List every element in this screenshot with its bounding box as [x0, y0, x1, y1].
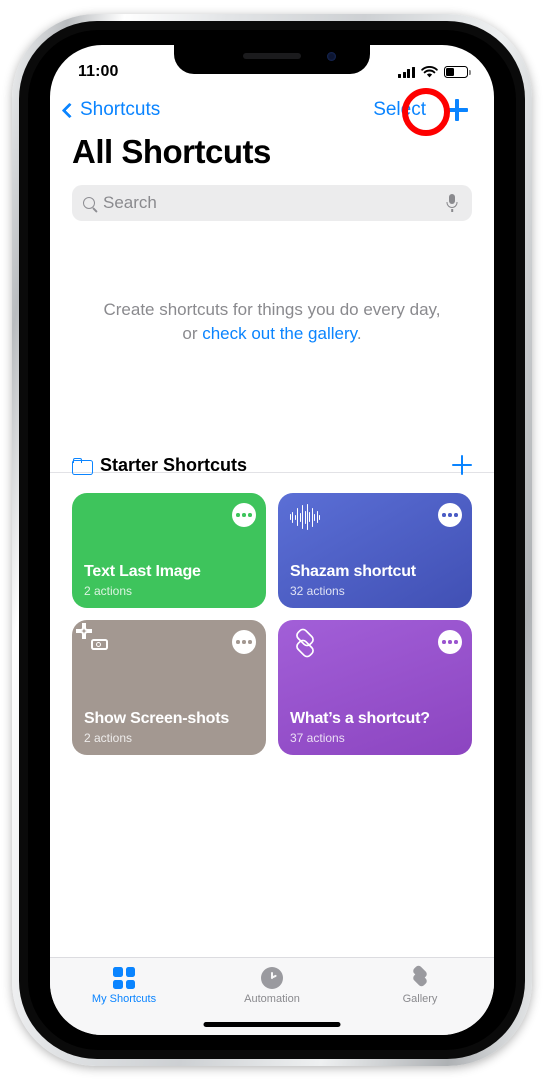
grid-squares-icon — [113, 967, 135, 989]
plus-icon — [446, 99, 468, 121]
cellular-signal-icon — [398, 66, 415, 78]
layers-icon — [290, 626, 320, 661]
shortcut-menu-button[interactable] — [438, 503, 462, 527]
shortcut-card-text-last-image[interactable]: Text Last Image 2 actions — [72, 493, 266, 608]
tab-label: Automation — [244, 993, 300, 1005]
earpiece-speaker — [243, 53, 301, 59]
search-input[interactable]: Search — [72, 185, 472, 221]
shortcut-name: What’s a shortcut? — [290, 710, 430, 727]
notch — [174, 45, 370, 74]
empty-state-suffix: . — [356, 324, 362, 343]
waveform-icon — [290, 504, 321, 534]
search-placeholder: Search — [103, 193, 157, 212]
shortcut-menu-button[interactable] — [232, 503, 256, 527]
battery-icon — [444, 66, 471, 78]
back-button-label: Shortcuts — [80, 99, 161, 120]
message-bubble-plus-icon — [84, 504, 114, 534]
shortcut-card-shazam-shortcut[interactable]: Shazam shortcut 32 actions — [278, 493, 472, 608]
navigation-bar: Shortcuts Select — [50, 89, 494, 131]
tab-gallery[interactable]: Gallery — [346, 958, 494, 1035]
front-camera-icon — [327, 52, 336, 61]
magnifier-icon — [83, 197, 95, 209]
section-title: Starter Shortcuts — [100, 454, 248, 475]
add-shortcut-button[interactable] — [440, 93, 474, 127]
empty-state-line1: Create shortcuts for things you do every… — [103, 300, 441, 319]
nav-actions: Select — [373, 93, 474, 127]
gallery-link[interactable]: check out the gallery — [202, 324, 357, 343]
section-add-button[interactable] — [452, 455, 472, 475]
empty-state-text: Create shortcuts for things you do every… — [72, 298, 472, 346]
microphone-icon[interactable] — [444, 194, 460, 212]
shortcut-name: Shazam shortcut — [290, 563, 416, 580]
shortcut-card-show-screenshots[interactable]: Show Screen-shots 2 actions — [72, 620, 266, 755]
wifi-icon — [421, 65, 438, 77]
shortcut-actions-count: 2 actions — [84, 584, 133, 598]
folder-icon — [72, 457, 93, 475]
empty-state-prefix: or — [182, 324, 203, 343]
shortcut-actions-count: 32 actions — [290, 584, 345, 598]
shortcut-actions-count: 37 actions — [290, 731, 345, 745]
shortcut-menu-button[interactable] — [438, 630, 462, 654]
status-time: 11:00 — [78, 63, 119, 80]
screenshot-scan-icon — [76, 623, 114, 661]
tab-label: Gallery — [402, 993, 438, 1005]
home-indicator[interactable] — [203, 1022, 341, 1027]
layers-stack-icon — [409, 964, 431, 989]
section-header-starter-shortcuts: Starter Shortcuts — [72, 445, 472, 485]
shortcut-menu-button[interactable] — [232, 630, 256, 654]
shortcuts-grid: Text Last Image 2 actions Shazam shortcu… — [72, 493, 472, 755]
status-indicators — [398, 65, 471, 79]
shortcut-actions-count: 2 actions — [84, 731, 133, 745]
chevron-left-icon — [61, 102, 78, 118]
tab-label: My Shortcuts — [91, 993, 157, 1005]
phone-screen: 11:00 Shortcuts Select All Shortcuts Sea… — [50, 45, 494, 1035]
shortcut-name: Text Last Image — [84, 563, 201, 580]
tab-my-shortcuts[interactable]: My Shortcuts — [50, 958, 198, 1035]
screenshot-root: 11:00 Shortcuts Select All Shortcuts Sea… — [0, 0, 544, 1080]
clock-icon — [261, 967, 283, 989]
shortcut-name: Show Screen-shots — [84, 710, 230, 727]
page-title: All Shortcuts — [72, 133, 271, 170]
back-button[interactable]: Shortcuts — [61, 99, 161, 121]
select-button[interactable]: Select — [373, 99, 426, 121]
shortcut-card-whats-a-shortcut[interactable]: What’s a shortcut? 37 actions — [278, 620, 472, 755]
